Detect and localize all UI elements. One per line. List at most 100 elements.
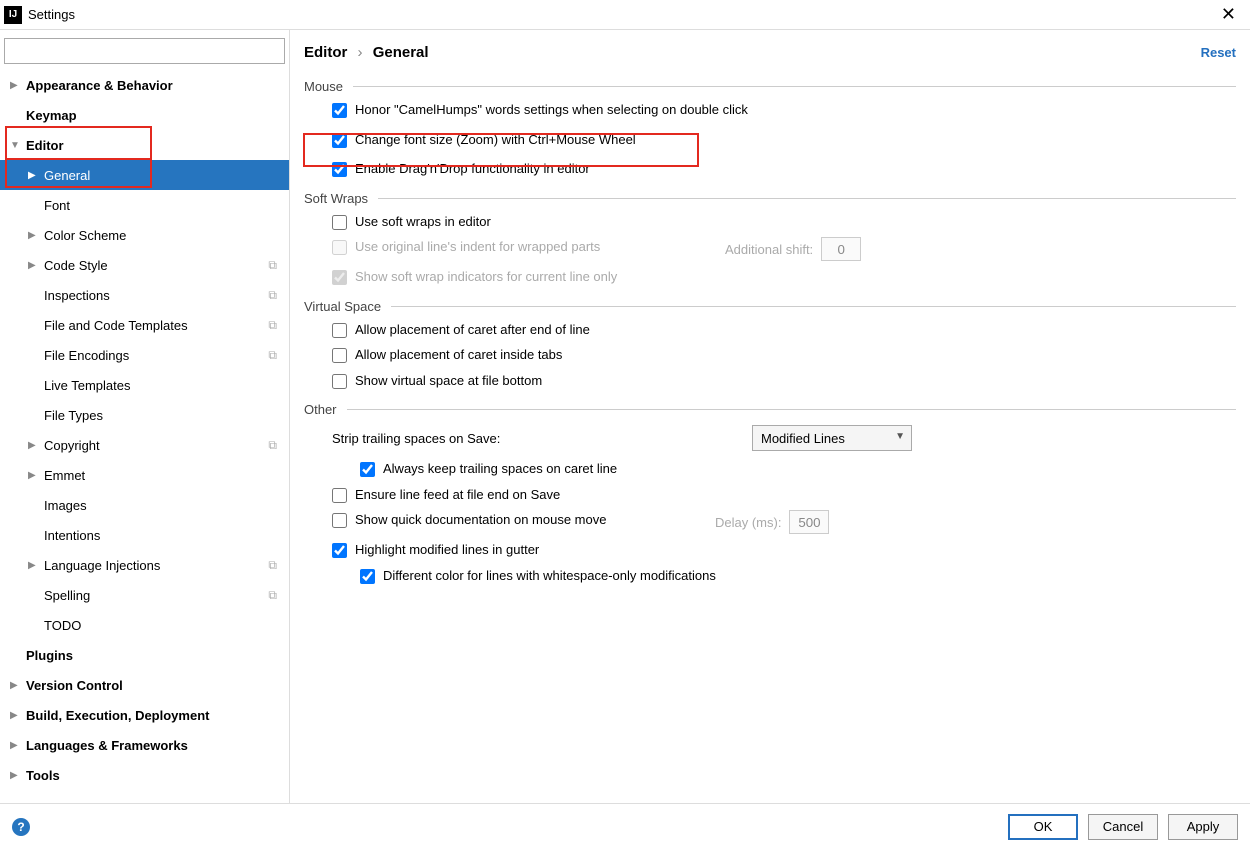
tree-item-language-injections[interactable]: ▶Language Injections⧉: [0, 550, 289, 580]
help-icon[interactable]: ?: [12, 818, 30, 836]
search-input[interactable]: [4, 38, 285, 64]
chevron-right-icon: ▶: [10, 740, 22, 751]
section-other: Other: [304, 402, 1236, 417]
chevron-right-icon: ▶: [28, 170, 40, 181]
delay-label: Delay (ms):: [715, 515, 781, 530]
window-title: Settings: [28, 7, 1211, 22]
settings-tree[interactable]: ▶Appearance & Behavior▶Keymap▼Editor▶Gen…: [0, 70, 289, 803]
tree-item-images[interactable]: ▶Images: [0, 490, 289, 520]
diff-color-checkbox[interactable]: [360, 569, 375, 584]
tree-item-label: Version Control: [26, 678, 289, 693]
tree-item-version-control[interactable]: ▶ Version Control: [0, 670, 289, 700]
chevron-right-icon: ▶: [10, 710, 22, 721]
tree-item-code-style[interactable]: ▶Code Style⧉: [0, 250, 289, 280]
breadcrumb-b: General: [373, 44, 429, 61]
copy-icon: ⧉: [268, 348, 277, 363]
tree-item-general[interactable]: ▶ General: [0, 160, 289, 190]
chevron-right-icon: ▶: [28, 260, 40, 271]
tree-item-build-execution-deployment[interactable]: ▶Build, Execution, Deployment: [0, 700, 289, 730]
apply-button[interactable]: Apply: [1168, 814, 1238, 840]
enable-dnd-label: Enable Drag'n'Drop functionality in edit…: [355, 159, 590, 179]
reset-link[interactable]: Reset: [1201, 45, 1236, 60]
always-keep-label: Always keep trailing spaces on caret lin…: [383, 459, 617, 479]
highlight-gutter-checkbox[interactable]: [332, 543, 347, 558]
tree-item-label: General: [44, 168, 289, 183]
additional-shift-label: Additional shift:: [725, 242, 813, 257]
copy-icon: ⧉: [268, 288, 277, 303]
softwraps-indicators-label: Show soft wrap indicators for current li…: [355, 267, 617, 287]
tree-item-label: Keymap: [26, 108, 289, 123]
additional-shift-input: [821, 237, 861, 261]
chevron-right-icon: ▶: [28, 440, 40, 451]
strip-select[interactable]: Modified Lines ▼: [752, 425, 912, 451]
tree-item-label: Spelling: [44, 588, 268, 603]
tree-item-emmet[interactable]: ▶Emmet: [0, 460, 289, 490]
tree-item-languages-frameworks[interactable]: ▶ Languages & Frameworks: [0, 730, 289, 760]
settings-panel: Mouse Honor "CamelHumps" words settings …: [290, 67, 1250, 803]
tree-item-live-templates[interactable]: ▶Live Templates: [0, 370, 289, 400]
chevron-right-icon: ▶: [28, 560, 40, 571]
enable-dnd-checkbox[interactable]: [332, 162, 347, 177]
tree-item-label: Languages & Frameworks: [26, 738, 289, 753]
softwraps-orig-label: Use original line's indent for wrapped p…: [355, 237, 685, 257]
tree-item-copyright[interactable]: ▶Copyright⧉: [0, 430, 289, 460]
tree-item-label: Plugins: [26, 648, 289, 663]
tree-item-file-types[interactable]: ▶File Types: [0, 400, 289, 430]
caret-eol-checkbox[interactable]: [332, 323, 347, 338]
cancel-button[interactable]: Cancel: [1088, 814, 1158, 840]
titlebar: IJ Settings ✕: [0, 0, 1250, 30]
tree-item-color-scheme[interactable]: ▶Color Scheme: [0, 220, 289, 250]
breadcrumb: Editor › General: [304, 44, 1201, 61]
tree-item-label: Appearance & Behavior: [26, 78, 289, 93]
footer: ? OK Cancel Apply: [0, 803, 1250, 849]
tree-item-label: Color Scheme: [44, 228, 289, 243]
softwraps-use-label: Use soft wraps in editor: [355, 212, 491, 232]
tree-item-keymap[interactable]: ▶Keymap: [0, 100, 289, 130]
tree-item-label: Language Injections: [44, 558, 268, 573]
section-softwraps: Soft Wraps: [304, 191, 1236, 206]
ok-button[interactable]: OK: [1008, 814, 1078, 840]
caret-tabs-label: Allow placement of caret inside tabs: [355, 345, 562, 365]
copy-icon: ⧉: [268, 588, 277, 603]
tree-item-appearance-behavior[interactable]: ▶Appearance & Behavior: [0, 70, 289, 100]
tree-item-todo[interactable]: ▶TODO: [0, 610, 289, 640]
tree-item-label: Editor: [26, 138, 289, 153]
tree-item-label: TODO: [44, 618, 289, 633]
sidebar: 🔍▾ ▶Appearance & Behavior▶Keymap▼Editor▶…: [0, 30, 290, 803]
tree-item-spelling[interactable]: ▶Spelling⧉: [0, 580, 289, 610]
content-area: Editor › General Reset Mouse Honor "Came…: [290, 30, 1250, 803]
tree-item-file-encodings[interactable]: ▶File Encodings⧉: [0, 340, 289, 370]
caret-tabs-checkbox[interactable]: [332, 348, 347, 363]
softwraps-indicators-checkbox: [332, 270, 347, 285]
change-font-zoom-label: Change font size (Zoom) with Ctrl+Mouse …: [355, 130, 636, 150]
tree-item-label: File Types: [44, 408, 289, 423]
chevron-right-icon: ▶: [28, 470, 40, 481]
always-keep-checkbox[interactable]: [360, 462, 375, 477]
tree-item-label: Intentions: [44, 528, 289, 543]
tree-item-intentions[interactable]: ▶Intentions: [0, 520, 289, 550]
tree-item-inspections[interactable]: ▶Inspections⧉: [0, 280, 289, 310]
honor-camelhumps-label: Honor "CamelHumps" words settings when s…: [355, 100, 748, 120]
quick-doc-checkbox[interactable]: [332, 513, 347, 528]
ensure-lf-checkbox[interactable]: [332, 488, 347, 503]
tree-item-label: File and Code Templates: [44, 318, 268, 333]
softwraps-use-checkbox[interactable]: [332, 215, 347, 230]
show-bottom-checkbox[interactable]: [332, 374, 347, 389]
tree-item-plugins[interactable]: ▶Plugins: [0, 640, 289, 670]
chevron-right-icon: ▶: [10, 680, 22, 691]
show-bottom-label: Show virtual space at file bottom: [355, 371, 542, 391]
tree-item-label: Inspections: [44, 288, 268, 303]
strip-label: Strip trailing spaces on Save:: [332, 431, 752, 446]
change-font-zoom-checkbox[interactable]: [332, 133, 347, 148]
close-icon[interactable]: ✕: [1211, 4, 1246, 25]
tree-item-tools[interactable]: ▶Tools: [0, 760, 289, 790]
tree-item-file-and-code-templates[interactable]: ▶File and Code Templates⧉: [0, 310, 289, 340]
chevron-down-icon: ▼: [895, 431, 905, 442]
tree-item-editor[interactable]: ▼Editor: [0, 130, 289, 160]
honor-camelhumps-checkbox[interactable]: [332, 103, 347, 118]
tree-item-label: Font: [44, 198, 289, 213]
strip-select-value: Modified Lines: [761, 431, 845, 446]
section-mouse: Mouse: [304, 79, 1236, 94]
tree-item-font[interactable]: ▶Font: [0, 190, 289, 220]
tree-item-label: Images: [44, 498, 289, 513]
